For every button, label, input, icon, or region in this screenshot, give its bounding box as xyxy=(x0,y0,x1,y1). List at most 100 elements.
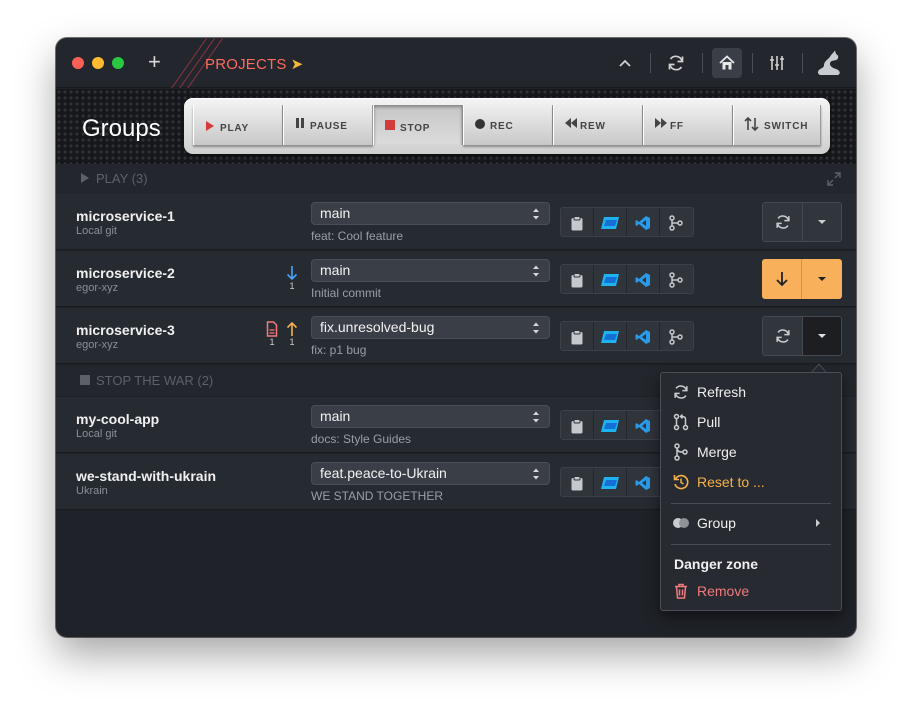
branch-select[interactable]: main xyxy=(311,259,550,282)
changed-files-count: 1 xyxy=(269,337,275,347)
rewind-button[interactable]: REW xyxy=(553,105,643,145)
record-label: REC xyxy=(490,121,514,132)
refresh-icon xyxy=(671,383,691,401)
chevron-up-icon[interactable] xyxy=(610,48,640,78)
git-branch-icon[interactable] xyxy=(660,208,693,236)
menu-item-group[interactable]: Group xyxy=(671,511,831,535)
more-actions-button[interactable] xyxy=(802,259,842,299)
branch-select[interactable]: main xyxy=(311,405,550,428)
menu-divider xyxy=(671,544,831,545)
github-desktop-icon[interactable] xyxy=(594,322,627,350)
branch-value: main xyxy=(320,408,351,424)
pull-button[interactable] xyxy=(762,259,802,299)
repo-owner: Ukrain xyxy=(76,485,108,497)
repo-name: microservice-3 xyxy=(76,322,175,338)
chevron-right-icon xyxy=(816,519,820,527)
menu-item-refresh[interactable]: Refresh xyxy=(671,380,831,404)
refresh-button[interactable] xyxy=(762,316,802,356)
menu-item-label: Merge xyxy=(697,444,737,460)
git-branch-icon[interactable] xyxy=(660,265,693,293)
git-branch-icon[interactable] xyxy=(660,322,693,350)
arrow-up-icon xyxy=(286,321,298,336)
stop-icon xyxy=(80,375,90,385)
fast-forward-button[interactable]: FF xyxy=(643,105,733,145)
row-actions xyxy=(762,259,842,299)
menu-item-label: Group xyxy=(697,515,736,531)
vscode-icon[interactable] xyxy=(627,322,660,350)
clipboard-icon[interactable] xyxy=(561,208,594,236)
refresh-icon[interactable] xyxy=(661,48,691,78)
vscode-icon[interactable] xyxy=(627,265,660,293)
branch-value: feat.peace-to-Ukrain xyxy=(320,465,447,481)
refresh-button[interactable] xyxy=(762,202,802,242)
pause-label: PAUSE xyxy=(310,121,348,132)
projects-menu[interactable]: PROJECTS ➤ xyxy=(205,55,303,73)
more-actions-button[interactable] xyxy=(802,316,842,356)
menu-item-pull[interactable]: Pull xyxy=(671,410,831,434)
add-project-button[interactable]: + xyxy=(148,50,161,74)
group-header-play[interactable]: PLAY (3) xyxy=(56,164,856,194)
minimize-window-button[interactable] xyxy=(92,57,104,69)
sliders-icon[interactable] xyxy=(762,48,792,78)
menu-divider xyxy=(671,503,831,504)
cat-avatar-icon[interactable] xyxy=(812,46,846,80)
expand-icon[interactable] xyxy=(826,171,842,187)
play-label: PLAY xyxy=(220,123,249,134)
home-icon[interactable] xyxy=(712,48,742,78)
more-actions-button[interactable] xyxy=(802,202,842,242)
branch-select[interactable]: feat.peace-to-Ukrain xyxy=(311,462,550,485)
github-desktop-icon[interactable] xyxy=(594,468,627,496)
github-desktop-icon[interactable] xyxy=(594,208,627,236)
projects-arrow-icon: ➤ xyxy=(290,56,304,73)
app-window: + PROJECTS ➤ Groups PLAY PAUSE STOP REC … xyxy=(56,38,856,637)
behind-count: 1 xyxy=(289,281,295,291)
toolbar-divider xyxy=(650,53,651,73)
menu-item-reset[interactable]: Reset to ... xyxy=(671,470,831,494)
github-desktop-icon[interactable] xyxy=(594,265,627,293)
play-icon xyxy=(81,173,89,183)
play-icon xyxy=(206,121,214,131)
clipboard-icon[interactable] xyxy=(561,322,594,350)
repo-name: we-stand-with-ukrain xyxy=(76,468,217,484)
switch-button[interactable]: SWITCH xyxy=(733,105,821,145)
tool-buttons xyxy=(560,207,694,237)
record-button[interactable]: REC xyxy=(463,105,553,145)
arrow-down-icon xyxy=(286,266,298,281)
chevron-updown-icon xyxy=(533,265,539,277)
clipboard-icon[interactable] xyxy=(561,468,594,496)
reset-icon xyxy=(671,473,691,491)
chevron-updown-icon xyxy=(533,468,539,480)
branch-select[interactable]: main xyxy=(311,202,550,225)
github-desktop-icon[interactable] xyxy=(594,411,627,439)
row-actions-menu: Refresh Pull Merge Reset to ... Group Da… xyxy=(660,372,842,611)
close-window-button[interactable] xyxy=(72,57,84,69)
play-button[interactable]: PLAY xyxy=(193,105,283,145)
stop-button[interactable]: STOP xyxy=(373,105,463,145)
fast-forward-label: FF xyxy=(670,121,684,132)
menu-item-merge[interactable]: Merge xyxy=(671,440,831,464)
caret-down-icon xyxy=(818,220,826,224)
pause-button[interactable]: PAUSE xyxy=(283,105,373,145)
repo-owner: egor-xyz xyxy=(76,339,119,351)
vscode-icon[interactable] xyxy=(627,411,660,439)
branch-select[interactable]: fix.unresolved-bug xyxy=(311,316,550,339)
danger-zone-heading: Danger zone xyxy=(674,556,759,572)
group-label: PLAY (3) xyxy=(96,171,148,186)
chevron-updown-icon xyxy=(533,411,539,423)
zoom-window-button[interactable] xyxy=(112,57,124,69)
menu-item-label: Remove xyxy=(697,583,750,599)
groups-header: Groups PLAY PAUSE STOP REC REW FF SWITCH xyxy=(56,89,856,164)
clipboard-icon[interactable] xyxy=(561,411,594,439)
clipboard-icon[interactable] xyxy=(561,265,594,293)
record-icon xyxy=(475,119,485,129)
repo-row: microservice-3 egor-xyz 1 1 fix.unresolv… xyxy=(56,308,856,364)
vscode-icon[interactable] xyxy=(627,468,660,496)
toolbar-divider xyxy=(702,53,703,73)
repo-row: microservice-2 egor-xyz 1 main Initial c… xyxy=(56,251,856,307)
group-label: STOP THE WAR (2) xyxy=(96,373,214,388)
vscode-icon[interactable] xyxy=(627,208,660,236)
menu-item-remove[interactable]: Remove xyxy=(671,579,831,603)
behind-badge: 1 xyxy=(286,265,298,291)
repo-name: microservice-1 xyxy=(76,208,175,224)
projects-label: PROJECTS xyxy=(205,56,287,73)
